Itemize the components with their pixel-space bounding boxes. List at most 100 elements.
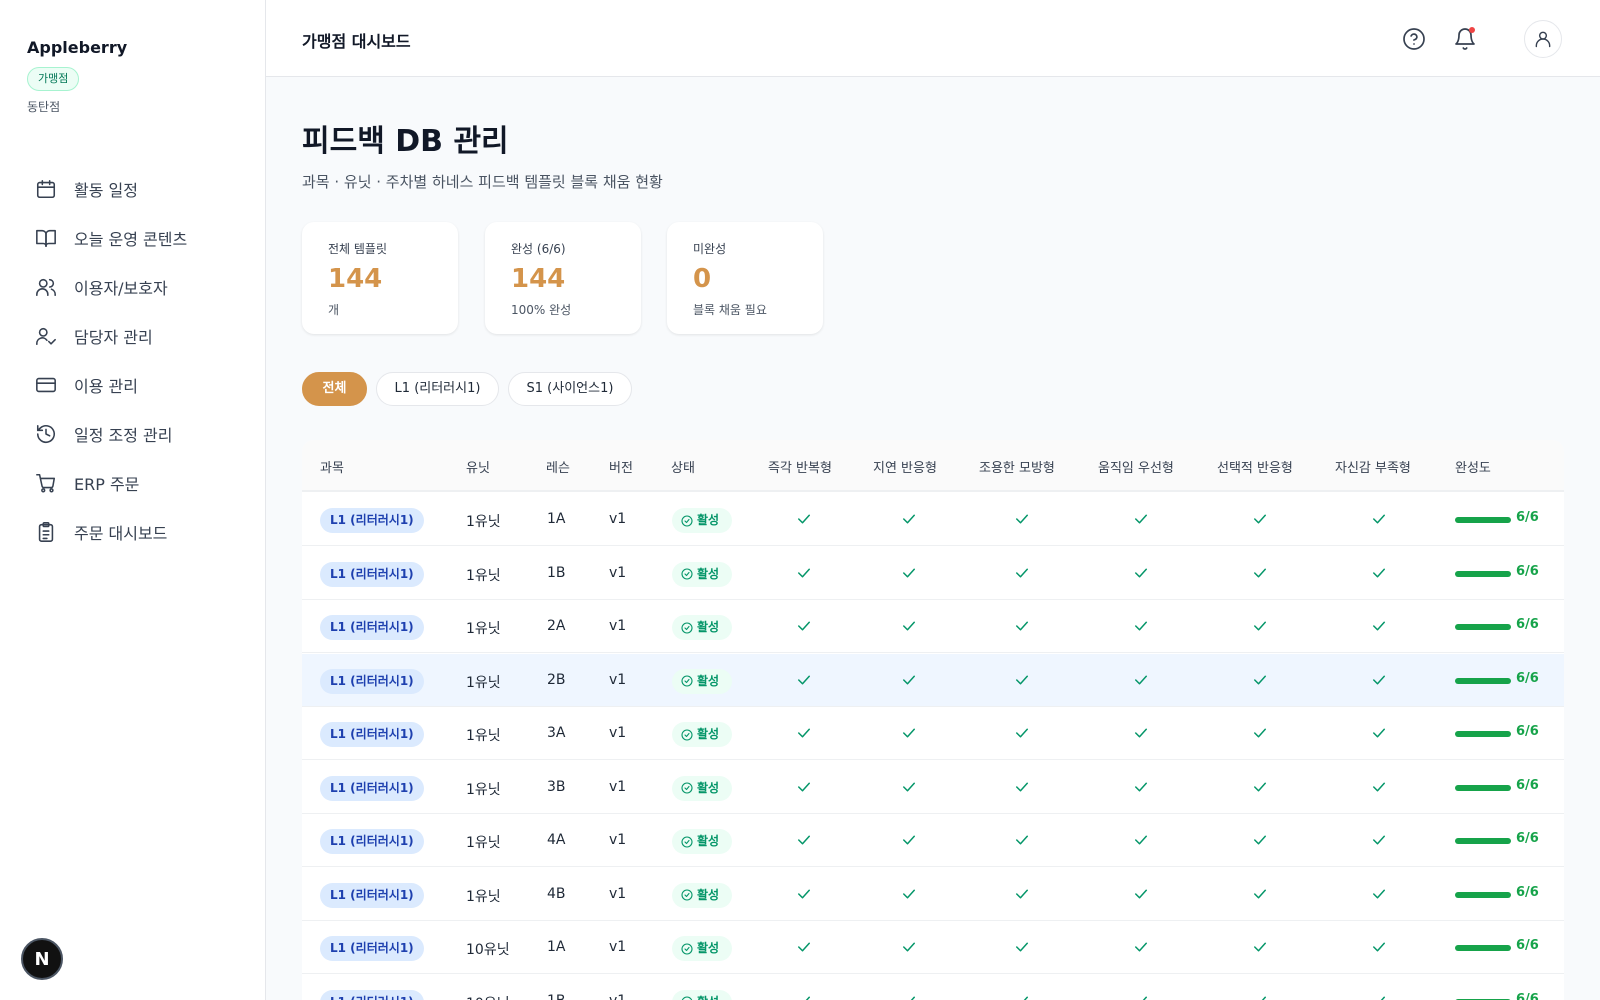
unit-cell: 1유닛 — [466, 674, 501, 691]
sidebar-item-label: 이용자/보호자 — [74, 279, 168, 298]
page-subtitle: 과목 · 유닛 · 주차별 하네스 피드백 템플릿 블록 채움 현황 — [302, 173, 663, 191]
check-icon-quiet-imitation — [1013, 617, 1031, 635]
stat-label: 완성 (6/6) — [511, 242, 566, 256]
table-header: 과목 유닛 레슨 버전 상태 즉각 반복형 지연 반응형 조용한 모방형 움직임… — [302, 440, 1564, 492]
table-row[interactable]: L1 (리터러시1) 1유닛 1B v1 활성 6/6 — [302, 546, 1564, 600]
filter-l1[interactable]: L1 (리터러시1) — [376, 372, 499, 406]
stat-note: 개 — [328, 303, 340, 317]
check-icon-movement-first — [1132, 510, 1150, 528]
completion-text: 6/6 — [1516, 831, 1539, 846]
status-badge: 활성 — [672, 989, 732, 1000]
check-icon-movement-first — [1132, 778, 1150, 796]
completion-bar — [1455, 677, 1511, 684]
sidebar-item-order-dashboard[interactable]: 주문 대시보드 — [20, 509, 246, 555]
check-icon-low-confidence — [1370, 778, 1388, 796]
col-status[interactable]: 상태 — [671, 457, 695, 476]
check-icon-selective-response — [1251, 564, 1269, 582]
col-unit[interactable]: 유닛 — [466, 457, 490, 476]
completion-bar — [1455, 945, 1511, 951]
table-row[interactable]: L1 (리터러시1) 10유닛 1A v1 활성 6/6 — [302, 921, 1564, 974]
check-icon-immediate-repeat — [795, 831, 813, 849]
check-icon-low-confidence — [1370, 992, 1388, 1000]
col-quiet-imitation[interactable]: 조용한 모방형 — [979, 457, 1055, 476]
sidebar-item-schedule[interactable]: 활동 일정 — [20, 166, 246, 212]
check-icon-delayed-response — [900, 671, 918, 689]
col-subject[interactable]: 과목 — [320, 457, 344, 476]
check-icon-quiet-imitation — [1013, 671, 1031, 689]
unit-cell: 10유닛 — [466, 993, 510, 1000]
unit-cell: 10유닛 — [466, 942, 510, 958]
status-badge: 활성 — [672, 561, 732, 587]
check-icon-movement-first — [1132, 831, 1150, 849]
check-icon-low-confidence — [1370, 885, 1388, 903]
history-icon — [34, 422, 58, 446]
col-completion[interactable]: 완성도 — [1455, 457, 1491, 476]
version-cell: v1 — [609, 511, 627, 527]
sidebar-item-managers[interactable]: 담당자 관리 — [20, 313, 246, 359]
sidebar-item-erp-order[interactable]: ERP 주문 — [20, 460, 246, 506]
check-icon-selective-response — [1251, 724, 1269, 742]
subject-badge: L1 (리터러시1) — [320, 722, 424, 747]
completion-text: 6/6 — [1516, 563, 1539, 579]
sidebar-item-content[interactable]: 오늘 운영 콘텐츠 — [20, 215, 246, 261]
table-row[interactable]: L1 (리터러시1) 1유닛 2B v1 활성 6/6 — [302, 653, 1564, 707]
stat-card-complete: 완성 (6/6) 144 100% 완성 — [485, 222, 641, 334]
status-badge: 활성 — [672, 722, 732, 747]
check-icon-low-confidence — [1370, 564, 1388, 582]
brand-name: Appleberry — [27, 38, 128, 57]
sidebar-item-reschedule[interactable]: 일정 조정 관리 — [20, 411, 246, 457]
filter-s1[interactable]: S1 (사이언스1) — [508, 372, 632, 406]
table-row[interactable]: L1 (리터러시1) 1유닛 1A v1 활성 6/6 — [302, 493, 1564, 546]
filter-all[interactable]: 전체 — [302, 372, 367, 406]
check-circle-icon — [681, 621, 693, 634]
help-circle-icon[interactable] — [1395, 20, 1433, 58]
lesson-cell: 1B — [547, 993, 566, 1000]
stat-label: 전체 템플릿 — [328, 242, 388, 256]
notification-dot — [1469, 27, 1475, 33]
next-dev-badge[interactable]: N — [21, 938, 63, 980]
status-label: 활성 — [697, 834, 720, 848]
book-open-icon — [34, 226, 58, 250]
col-low-confidence[interactable]: 자신감 부족형 — [1335, 457, 1411, 476]
check-icon-movement-first — [1132, 564, 1150, 582]
col-immediate-repeat[interactable]: 즉각 반복형 — [768, 457, 832, 476]
unit-cell: 1유닛 — [466, 835, 501, 851]
table-row[interactable]: L1 (리터러시1) 1유닛 3B v1 활성 6/6 — [302, 760, 1564, 814]
col-selective-response[interactable]: 선택적 반응형 — [1217, 457, 1293, 476]
table-row[interactable]: L1 (리터러시1) 1유닛 2A v1 활성 6/6 — [302, 600, 1564, 653]
unit-cell: 1유닛 — [466, 621, 501, 637]
version-cell: v1 — [609, 885, 627, 902]
status-label: 활성 — [697, 566, 720, 581]
completion-text: 6/6 — [1516, 670, 1539, 686]
table-row[interactable]: L1 (리터러시1) 1유닛 4B v1 활성 6/6 — [302, 867, 1564, 921]
user-check-icon — [34, 324, 58, 348]
lesson-cell: 4A — [547, 832, 566, 848]
col-delayed-response[interactable]: 지연 반응형 — [873, 457, 937, 476]
stat-card-total: 전체 템플릿 144 개 — [302, 222, 458, 334]
sidebar-item-label: 주문 대시보드 — [74, 524, 168, 543]
check-circle-icon — [681, 514, 693, 527]
col-lesson[interactable]: 레슨 — [546, 457, 570, 476]
check-icon-selective-response — [1251, 778, 1269, 796]
col-movement-first[interactable]: 움직임 우선형 — [1098, 457, 1174, 476]
check-icon-delayed-response — [900, 938, 918, 956]
subject-badge: L1 (리터러시1) — [320, 561, 424, 587]
top-bar-title: 가맹점 대시보드 — [302, 32, 411, 51]
check-icon-selective-response — [1251, 885, 1269, 903]
table-row[interactable]: L1 (리터러시1) 10유닛 1B v1 활성 6/6 — [302, 974, 1564, 1000]
version-cell: v1 — [609, 778, 627, 795]
completion-text: 6/6 — [1516, 617, 1539, 632]
col-version[interactable]: 버전 — [609, 457, 633, 476]
table-row[interactable]: L1 (리터러시1) 1유닛 4A v1 활성 6/6 — [302, 814, 1564, 867]
table-row[interactable]: L1 (리터러시1) 1유닛 3A v1 활성 6/6 — [302, 707, 1564, 760]
sidebar-item-users[interactable]: 이용자/보호자 — [20, 264, 246, 310]
subject-badge: L1 (리터러시1) — [320, 882, 424, 908]
unit-cell: 1유닛 — [466, 567, 501, 584]
completion-bar — [1455, 891, 1511, 898]
franchise-badge: 가맹점 — [27, 67, 80, 91]
sidebar-item-usage[interactable]: 이용 관리 — [20, 362, 246, 408]
user-icon[interactable] — [1524, 20, 1562, 58]
check-circle-icon — [681, 835, 693, 848]
bell-icon[interactable] — [1446, 20, 1484, 58]
lesson-cell: 2B — [547, 671, 566, 688]
